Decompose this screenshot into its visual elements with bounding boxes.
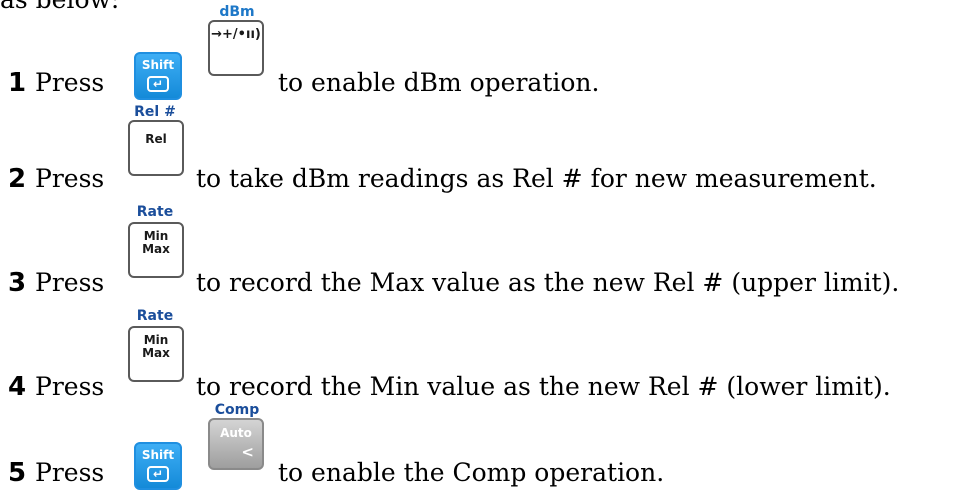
comp-alt-label: Comp [214, 402, 260, 418]
auto-key-label: Auto [220, 426, 252, 440]
diode-continuity-key: →+/•ıı) [208, 20, 264, 76]
min-max-key: Min Max [128, 222, 184, 278]
min-label: Min [143, 229, 169, 243]
shift-key-label: Shift [141, 448, 175, 462]
rel-key-label: Rel [145, 132, 167, 146]
intro-text: as below: [0, 0, 119, 14]
rate-alt-label: Rate [136, 204, 174, 220]
step-4: 4 Press Rate Min Max to record the Min v… [0, 308, 958, 402]
shift-key: Shift ↵ [134, 442, 182, 490]
step-5-text: to enable the Comp operation. [278, 458, 665, 487]
min-max-key-label: Min Max [130, 230, 182, 256]
less-than-icon: < [241, 443, 254, 461]
step-5: 5 Press Shift ↵ Comp Auto < to enable th… [0, 402, 958, 490]
dbm-alt-label: dBm [219, 4, 255, 20]
press-label: Press [35, 68, 105, 97]
enter-icon: ↵ [147, 466, 169, 482]
step-number: 2 [8, 164, 27, 194]
step-number: 5 [8, 458, 27, 488]
press-label: Press [35, 458, 105, 487]
shift-key-label: Shift [141, 58, 175, 72]
min-max-key-label: Min Max [130, 334, 182, 360]
shift-key: Shift ↵ [134, 52, 182, 100]
max-label: Max [142, 242, 170, 256]
step-3-text: to record the Max value as the new Rel #… [196, 268, 900, 297]
step-3: 3 Press Rate Min Max to record the Max v… [0, 204, 958, 298]
rel-key: Rel [128, 120, 184, 176]
diode-continuity-icon: →+/•ıı) [211, 27, 261, 42]
min-label: Min [143, 333, 169, 347]
step-1-text: to enable dBm operation. [278, 68, 600, 97]
step-number: 4 [8, 372, 27, 402]
min-max-key: Min Max [128, 326, 184, 382]
step-1: 1 Press Shift ↵ dBm →+/•ıı) to enable dB… [0, 4, 958, 100]
max-label: Max [142, 346, 170, 360]
rate-alt-label: Rate [136, 308, 174, 324]
rel-alt-label: Rel # [134, 104, 176, 120]
step-number: 3 [8, 268, 27, 298]
press-label: Press [35, 164, 105, 193]
enter-icon: ↵ [147, 76, 169, 92]
auto-comp-key: Auto < [208, 418, 264, 470]
press-label: Press [35, 372, 105, 401]
step-number: 1 [8, 68, 27, 98]
step-4-text: to record the Min value as the new Rel #… [196, 372, 891, 401]
press-label: Press [35, 268, 105, 297]
step-2-text: to take dBm readings as Rel # for new me… [196, 164, 877, 193]
step-2: 2 Press Rel # Rel to take dBm readings a… [0, 104, 958, 194]
